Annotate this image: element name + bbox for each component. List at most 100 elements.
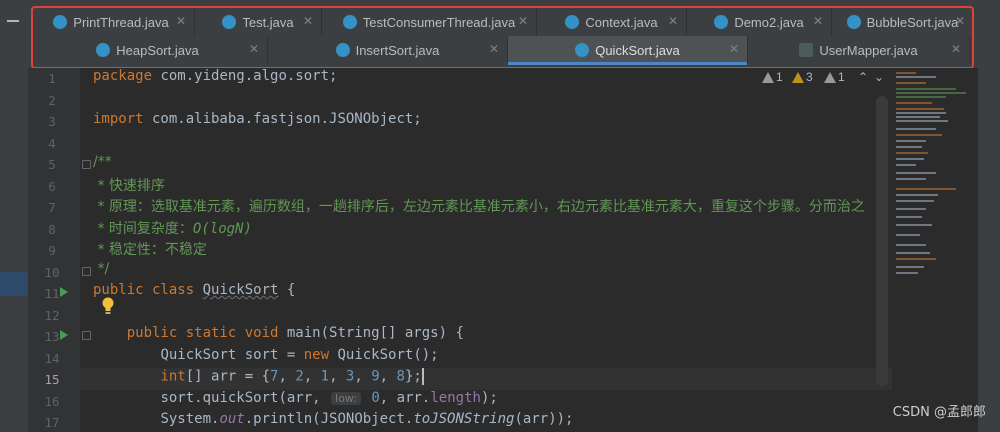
minimap-line [896,108,944,110]
minimap-line [896,128,936,130]
line-number: 8 [48,221,56,237]
minimap-line [896,120,948,122]
minimap-line [896,188,956,190]
line-number: 15 [44,372,60,387]
typo-count: 1 [838,70,845,84]
code-line-8: * 时间复杂度：O(logN) [93,218,252,239]
line-number: 1 [48,71,56,86]
line-number: 7 [48,200,56,215]
minimap-line [896,178,926,180]
code-text: [] arr = { [185,368,271,385]
minimap-line [896,92,966,94]
class-name: QuickSort [202,282,279,298]
code-line-9: * 稳定性：不稳定 [93,242,207,258]
weak-warning-count: 1 [776,70,783,84]
code-text: , arr. [379,390,431,406]
minimap-line [896,88,956,90]
run-gutter-icon[interactable] [60,287,68,297]
keyword: package [93,68,153,84]
minimap-line [896,272,918,274]
inspection-typos[interactable]: 1 [824,70,845,84]
line-number: 5 [48,157,56,172]
field-ref: out [219,411,245,427]
minimap-line [896,208,926,210]
code-text: sort.quickSort(arr, [160,390,330,406]
code-line-1: package com.yideng.algo.sort; [93,68,337,89]
warning-count: 3 [806,70,813,84]
collapse-icon[interactable] [6,14,20,28]
doc-complexity: O(logN) [192,221,252,237]
field-ref: length [430,390,481,406]
code-text: .println(JSONObject. [244,411,414,427]
number-literal: 0 [371,390,380,406]
minimap-line [896,116,940,118]
minimap-line [896,194,938,196]
minimap-line [896,72,916,74]
fold-icon[interactable] [82,331,91,340]
line-number: 17 [44,415,60,430]
code-text: (arr)); [514,411,574,427]
code-line-7: * 原理：选取基准元素，遍历数组，一趟排序后，左边元素比基准元素小，右边元素比基… [93,199,865,215]
lightbulb-icon[interactable] [101,297,115,315]
code-text: QuickSort(); [329,347,439,363]
minimap-line [896,252,930,254]
inspection-weak-warnings[interactable]: 1 [762,70,783,84]
array-value: 1 [320,368,330,385]
fold-icon[interactable] [82,160,91,169]
previous-highlight-icon[interactable]: ⌃ [858,70,868,84]
keyword: public class [93,282,195,298]
brace: { [278,282,296,298]
minimap-line [896,216,922,218]
run-gutter-icon[interactable] [60,330,68,340]
line-number: 4 [48,135,56,151]
code-text: }; [404,368,422,385]
import-name: com.alibaba.fastjson.JSONObject; [143,111,422,127]
line-number: 13 [44,329,60,344]
typo-icon [824,71,836,83]
code-editor[interactable]: package com.yideng.algo.sort; import com… [80,68,892,432]
code-text: ); [480,390,498,406]
minimap-line [896,152,928,154]
fold-icon[interactable] [82,267,91,276]
array-value: 8 [396,368,405,385]
line-number: 14 [44,350,60,366]
keyword: int [160,368,186,385]
minimap-line [896,244,926,246]
right-tool-strip [978,68,1000,432]
left-tool-strip [0,0,29,432]
parameter-hint: low: [331,392,361,405]
highlight-box [31,6,974,69]
line-number: 6 [48,178,56,194]
code-line-16: sort.quickSort(arr, low: 0, arr.length); [93,390,498,411]
weak-warning-icon [762,71,774,83]
line-number: 10 [44,264,60,280]
array-value: 2 [295,368,304,385]
code-line-14: QuickSort sort = new QuickSort(); [93,347,439,368]
minimap-line [896,234,920,236]
text-caret [421,368,424,385]
method-ref: toJSONString [413,411,515,427]
minimap-line [896,102,932,104]
code-line-5: /** [93,154,112,170]
doc-text: * 时间复杂度： [93,221,193,237]
minimap-line [896,224,932,226]
next-highlight-icon[interactable]: ⌄ [874,70,884,84]
code-line-17: System.out.println(JSONObject.toJSONStri… [93,411,574,432]
line-number: 9 [48,243,56,258]
code-line-13: public static void main(String[] args) { [93,325,464,346]
code-line-3: import com.alibaba.fastjson.JSONObject; [93,111,422,132]
minimap-line [896,96,946,98]
minimap-line [896,82,926,84]
vertical-scrollbar[interactable] [876,96,888,386]
code-text: System. [160,411,220,427]
minimap-line [896,164,916,166]
code-line-15: int[] arr = {7, 2, 1, 3, 9, 8}; [160,368,424,385]
minimap-line [896,146,922,148]
minimap-line [896,172,936,174]
main-signature: main(String[] args) { [278,325,464,341]
minimap-line [896,158,924,160]
code-minimap[interactable] [892,68,978,432]
package-name: com.yideng.algo.sort; [152,68,338,84]
keyword: new [303,347,330,363]
inspection-warnings[interactable]: 3 [792,70,813,84]
